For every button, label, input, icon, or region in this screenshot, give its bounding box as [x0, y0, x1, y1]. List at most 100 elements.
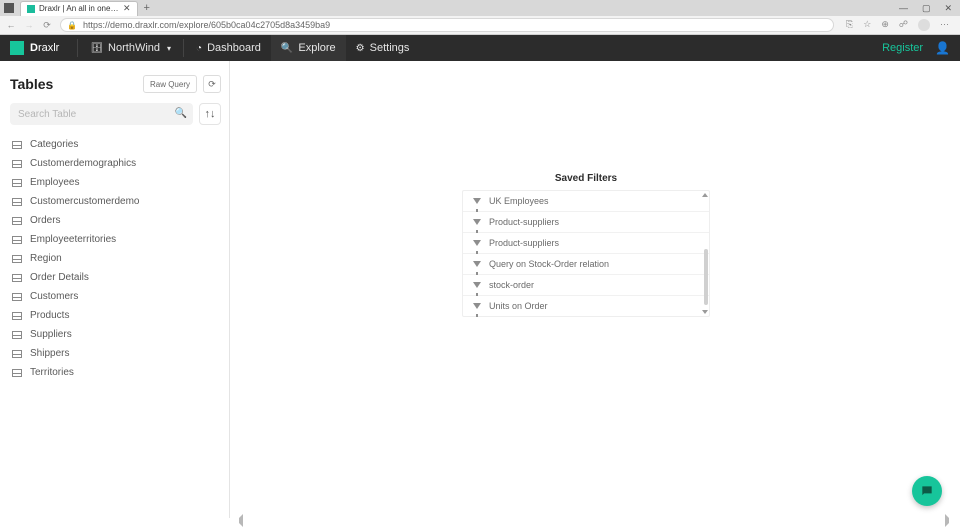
saved-filters-scrollbar[interactable] — [704, 249, 708, 305]
tab-title: Draxlr | An all in one platform to — [39, 4, 119, 13]
saved-filters-list: UK Employees Product-suppliers Product-sup… — [463, 191, 709, 316]
table-item-label: Employeeterritories — [30, 234, 116, 245]
favorites-icon[interactable]: ☆ — [863, 19, 871, 31]
table-item[interactable]: Territories — [10, 363, 221, 382]
window-minimize-button[interactable]: — — [899, 3, 908, 14]
nav-reload-button[interactable]: ⟳ — [42, 20, 52, 31]
chat-fab[interactable] — [912, 476, 942, 506]
gauge-icon: ◔ — [196, 43, 202, 54]
table-icon — [12, 160, 22, 168]
tab-close-icon[interactable]: ✕ — [123, 3, 131, 14]
table-item[interactable]: Customers — [10, 287, 221, 306]
saved-filter-item[interactable]: Product-suppliers — [463, 212, 709, 233]
db-selector[interactable]: 🗄 NorthWind ▾ — [80, 35, 181, 61]
app-brand[interactable]: Draxlr — [30, 42, 59, 54]
table-icon — [12, 255, 22, 263]
table-item[interactable]: Products — [10, 306, 221, 325]
sort-tables-button[interactable]: ↑↓ — [199, 103, 221, 125]
search-icon: 🔍 — [281, 43, 293, 54]
reader-mode-icon[interactable]: ⎘ — [846, 19, 853, 31]
content-scrollbar-horizontal-bottom[interactable] — [230, 514, 960, 518]
saved-filter-item[interactable]: UK Employees — [463, 191, 709, 212]
scroll-down-arrow[interactable] — [702, 310, 708, 314]
nav-settings[interactable]: ⚙ Settings — [346, 35, 420, 61]
saved-filter-label: UK Employees — [489, 196, 549, 206]
address-bar[interactable]: 🔒 https://demo.draxlr.com/explore/605b0c… — [60, 18, 834, 32]
filter-icon — [473, 240, 481, 246]
saved-filter-label: Product-suppliers — [489, 217, 559, 227]
table-item[interactable]: Employeeterritories — [10, 230, 221, 249]
saved-filter-item[interactable]: Query on Stock-Order relation — [463, 254, 709, 275]
nav-explore-label: Explore — [298, 42, 335, 54]
table-search-input[interactable] — [10, 103, 193, 125]
table-item[interactable]: Customerdemographics — [10, 154, 221, 173]
table-icon — [12, 236, 22, 244]
nav-forward-button[interactable]: → — [24, 20, 34, 30]
extensions-icon[interactable]: ☍ — [899, 19, 908, 31]
table-list: Categories Customerdemographics Employees C… — [10, 135, 221, 382]
saved-filter-item[interactable]: Units on Order — [463, 296, 709, 316]
table-icon — [12, 217, 22, 225]
search-icon: 🔍 — [175, 108, 187, 119]
table-icon — [12, 369, 22, 377]
table-item[interactable]: Customercustomerdemo — [10, 192, 221, 211]
register-link[interactable]: Register — [882, 42, 923, 54]
url-text: https://demo.draxlr.com/explore/605b0ca0… — [83, 20, 330, 30]
saved-filter-label: Units on Order — [489, 301, 548, 311]
nav-separator — [183, 39, 184, 57]
raw-query-button[interactable]: Raw Query — [143, 75, 197, 93]
table-item[interactable]: Suppliers — [10, 325, 221, 344]
table-item-label: Customercustomerdemo — [30, 196, 139, 207]
table-item[interactable]: Categories — [10, 135, 221, 154]
table-icon — [12, 312, 22, 320]
filter-icon — [473, 282, 481, 288]
nav-explore[interactable]: 🔍 Explore — [271, 35, 346, 61]
new-tab-button[interactable]: + — [144, 2, 150, 14]
browser-menu-button[interactable]: ⋯ — [940, 19, 950, 31]
table-icon — [12, 179, 22, 187]
lock-icon: 🔒 — [67, 21, 77, 30]
table-item[interactable]: Orders — [10, 211, 221, 230]
table-item-label: Categories — [30, 139, 78, 150]
table-item[interactable]: Region — [10, 249, 221, 268]
saved-filter-label: Query on Stock-Order relation — [489, 259, 609, 269]
app-navbar: Draxlr 🗄 NorthWind ▾ ◔ Dashboard 🔍 Explo… — [0, 35, 960, 61]
saved-filters-title: Saved Filters — [462, 173, 710, 184]
nav-back-button[interactable]: ← — [6, 20, 16, 30]
nav-separator — [77, 39, 78, 57]
table-item[interactable]: Shippers — [10, 344, 221, 363]
table-item-label: Territories — [30, 367, 74, 378]
tables-sidebar: Tables Raw Query ⟳ 🔍 ↑↓ CategoriesCustom… — [0, 61, 230, 518]
main-area: Tables Raw Query ⟳ 🔍 ↑↓ CategoriesCustom… — [0, 61, 960, 518]
filter-icon — [473, 219, 481, 225]
table-item-label: Region — [30, 253, 62, 264]
collections-icon[interactable]: ⊕ — [881, 19, 889, 31]
table-icon — [12, 141, 22, 149]
nav-dashboard-label: Dashboard — [207, 42, 261, 54]
saved-filter-item[interactable]: Product-suppliers — [463, 233, 709, 254]
nav-dashboard[interactable]: ◔ Dashboard — [186, 35, 271, 61]
refresh-tables-button[interactable]: ⟳ — [203, 75, 221, 93]
table-item[interactable]: Order Details — [10, 268, 221, 287]
window-close-button[interactable]: ✕ — [944, 3, 952, 14]
table-icon — [12, 331, 22, 339]
database-icon: 🗄 — [90, 43, 103, 54]
filter-icon — [473, 303, 481, 309]
table-search: 🔍 — [10, 103, 193, 125]
scroll-up-arrow[interactable] — [702, 193, 708, 197]
table-item-label: Products — [30, 310, 69, 321]
window-app-icon — [4, 3, 14, 13]
table-item-label: Customerdemographics — [30, 158, 136, 169]
window-maximize-button[interactable]: ▢ — [922, 3, 931, 14]
user-icon[interactable]: 👤 — [935, 41, 950, 55]
browser-tab[interactable]: Draxlr | An all in one platform to ✕ — [20, 1, 138, 16]
table-item-label: Shippers — [30, 348, 69, 359]
table-item[interactable]: Employees — [10, 173, 221, 192]
table-icon — [12, 350, 22, 358]
saved-filter-item[interactable]: stock-order — [463, 275, 709, 296]
app-logo[interactable] — [10, 41, 24, 55]
profile-avatar[interactable] — [918, 19, 930, 31]
table-item-label: Employees — [30, 177, 79, 188]
saved-filters-box: UK Employees Product-suppliers Product-sup… — [462, 190, 710, 317]
table-icon — [12, 293, 22, 301]
